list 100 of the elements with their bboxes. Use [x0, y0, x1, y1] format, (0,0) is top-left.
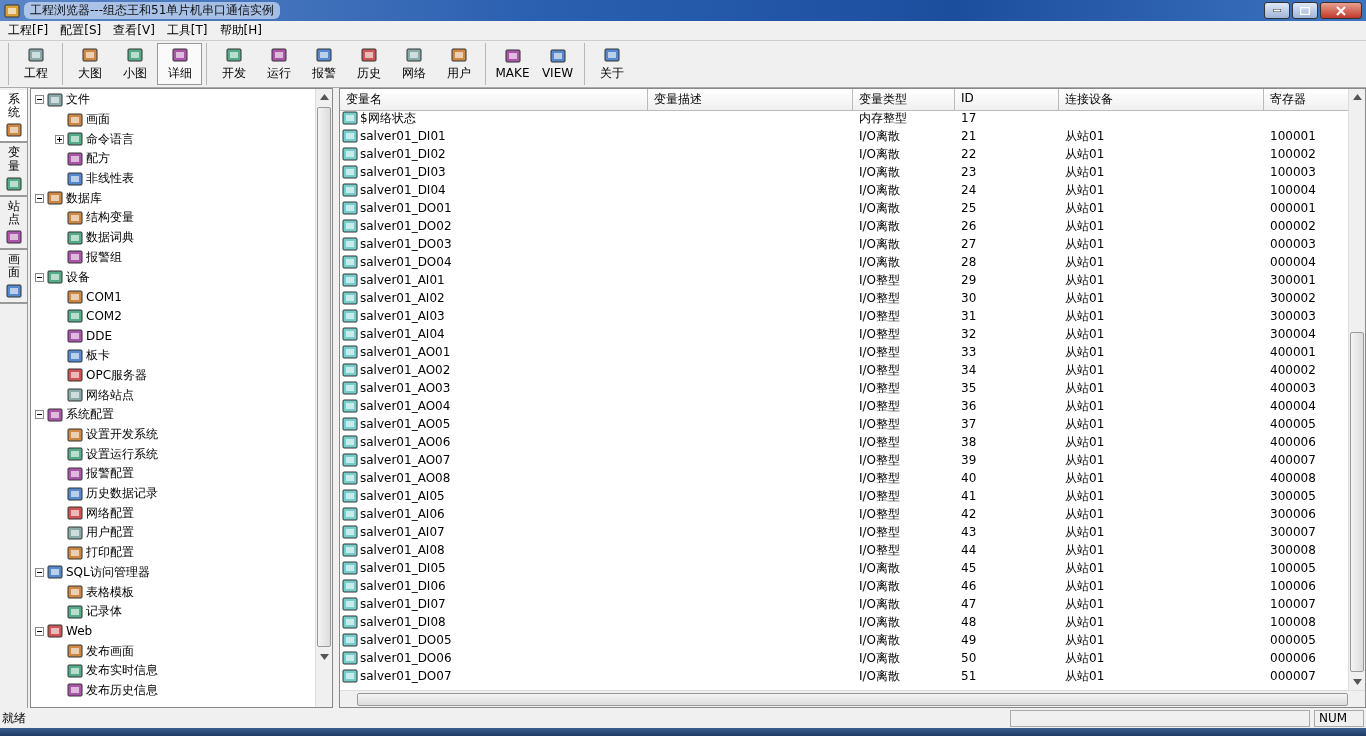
tree-item[interactable]: 网络站点 — [86, 386, 134, 404]
table-row[interactable]: salver01_DO05 I/O离散 49 从站01 000005 — [340, 631, 1348, 649]
table-row[interactable]: salver01_AI07 I/O整型 43 从站01 300007 — [340, 523, 1348, 541]
toolbar-button[interactable]: 大图 — [67, 43, 112, 85]
column-header[interactable]: 寄存器 — [1264, 89, 1348, 111]
tree-item[interactable]: 板卡 — [86, 347, 110, 365]
tree-item[interactable]: 结构变量 — [86, 209, 134, 227]
side-tab[interactable]: 系统 — [0, 90, 27, 144]
toolbar-button[interactable]: 开发 — [211, 43, 256, 85]
tree-item[interactable]: 记录体 — [86, 603, 122, 621]
table-row[interactable]: salver01_AO07 I/O整型 39 从站01 400007 — [340, 451, 1348, 469]
tree-item[interactable]: 非线性表 — [86, 170, 134, 188]
tree-item[interactable]: 表格模板 — [86, 583, 134, 601]
column-header[interactable]: ID — [955, 89, 1059, 111]
table-row[interactable]: salver01_AI04 I/O整型 32 从站01 300004 — [340, 325, 1348, 343]
tree-item[interactable]: 文件 — [66, 91, 90, 109]
column-header[interactable]: 变量类型 — [853, 89, 955, 111]
table-cell: salver01_AI07 — [360, 525, 445, 539]
table-row[interactable]: salver01_DI04 I/O离散 24 从站01 100004 — [340, 181, 1348, 199]
table-row[interactable]: salver01_DI08 I/O离散 48 从站01 100008 — [340, 613, 1348, 631]
side-tab[interactable]: 变量 — [0, 143, 27, 197]
tree-item[interactable]: 设置运行系统 — [86, 445, 158, 463]
column-header[interactable]: 变量描述 — [648, 89, 853, 111]
tree-item[interactable]: COM1 — [86, 289, 122, 304]
table-row[interactable]: salver01_AO05 I/O整型 37 从站01 400005 — [340, 415, 1348, 433]
table-row[interactable]: salver01_DI01 I/O离散 21 从站01 100001 — [340, 127, 1348, 145]
tree-item[interactable]: 设备 — [66, 268, 90, 286]
table-row[interactable]: salver01_AI06 I/O整型 42 从站01 300006 — [340, 505, 1348, 523]
table-cell-text: 000001 — [1269, 201, 1317, 215]
tree-item[interactable]: 数据库 — [66, 189, 102, 207]
tree-item[interactable]: 发布画面 — [86, 642, 134, 660]
menu-item[interactable]: 帮助[H] — [219, 22, 262, 39]
table-row[interactable]: salver01_AO08 I/O整型 40 从站01 400008 — [340, 469, 1348, 487]
table-row[interactable]: salver01_AO01 I/O整型 33 从站01 400001 — [340, 343, 1348, 361]
table-row[interactable]: salver01_AO04 I/O整型 36 从站01 400004 — [340, 397, 1348, 415]
tree-item[interactable]: 报警组 — [86, 248, 122, 266]
tree-item[interactable]: 打印配置 — [86, 544, 134, 562]
toolbar-button[interactable]: 运行 — [256, 43, 301, 85]
menu-item[interactable]: 工程[F] — [8, 22, 49, 39]
table-cell-text: 300001 — [1269, 273, 1317, 287]
column-header[interactable]: 连接设备 — [1059, 89, 1264, 111]
toolbar-button[interactable]: 关于 — [589, 43, 634, 85]
table-row[interactable]: salver01_AI05 I/O整型 41 从站01 300005 — [340, 487, 1348, 505]
tree-item[interactable]: 系统配置 — [66, 406, 114, 424]
table-cell: salver01_AO02 — [360, 363, 451, 377]
table-cell-text: 400001 — [1269, 345, 1317, 359]
toolbar-button[interactable]: 历史 — [346, 43, 391, 85]
table-cell-text: I/O离散 — [858, 649, 902, 667]
table-row[interactable]: salver01_AI08 I/O整型 44 从站01 300008 — [340, 541, 1348, 559]
toolbar-button[interactable]: 工程 — [13, 43, 58, 85]
table-row[interactable]: $网络状态 内存整型 17 — [340, 109, 1348, 127]
table-row[interactable]: salver01_AO06 I/O整型 38 从站01 400006 — [340, 433, 1348, 451]
tree-item[interactable]: 发布历史信息 — [86, 681, 158, 699]
table-row[interactable]: salver01_AO03 I/O整型 35 从站01 400003 — [340, 379, 1348, 397]
table-row[interactable]: salver01_DO04 I/O离散 28 从站01 000004 — [340, 253, 1348, 271]
table-cell-text: 从站01 — [1064, 235, 1106, 253]
table-cell-text: 从站01 — [1064, 451, 1106, 469]
toolbar-button[interactable]: VIEW — [535, 43, 580, 85]
table-row[interactable]: salver01_AI03 I/O整型 31 从站01 300003 — [340, 307, 1348, 325]
tree-item[interactable]: DDE — [86, 329, 113, 344]
table-row[interactable]: salver01_DI05 I/O离散 45 从站01 100005 — [340, 559, 1348, 577]
table-cell-text: 39 — [960, 453, 978, 467]
table-row[interactable]: salver01_DO06 I/O离散 50 从站01 000006 — [340, 649, 1348, 667]
tree-item[interactable]: 历史数据记录 — [86, 485, 158, 503]
tree-item[interactable]: 命令语言 — [86, 130, 134, 148]
table-row[interactable]: salver01_DI03 I/O离散 23 从站01 100003 — [340, 163, 1348, 181]
table-cell-text: 从站01 — [1064, 217, 1106, 235]
table-row[interactable]: salver01_AI01 I/O整型 29 从站01 300001 — [340, 271, 1348, 289]
menu-item[interactable]: 配置[S] — [60, 22, 102, 39]
tree-item[interactable]: 配方 — [86, 150, 110, 168]
table-row[interactable]: salver01_DO03 I/O离散 27 从站01 000003 — [340, 235, 1348, 253]
table-row[interactable]: salver01_DI06 I/O离散 46 从站01 100006 — [340, 577, 1348, 595]
tree-item[interactable]: 发布实时信息 — [86, 662, 158, 680]
toolbar-button[interactable]: 用户 — [436, 43, 481, 85]
tree-item[interactable]: 报警配置 — [86, 465, 134, 483]
tree-item[interactable]: OPC服务器 — [86, 366, 148, 384]
table-row[interactable]: salver01_DI02 I/O离散 22 从站01 100002 — [340, 145, 1348, 163]
table-row[interactable]: salver01_DO01 I/O离散 25 从站01 000001 — [340, 199, 1348, 217]
toolbar-button[interactable]: 报警 — [301, 43, 346, 85]
column-header[interactable]: 变量名 — [340, 89, 648, 111]
toolbar-button[interactable]: MAKE — [490, 43, 535, 85]
tree-item[interactable]: COM2 — [86, 309, 122, 324]
tree-item[interactable]: 画面 — [86, 111, 110, 129]
table-row[interactable]: salver01_DI07 I/O离散 47 从站01 100007 — [340, 595, 1348, 613]
tree-item[interactable]: 网络配置 — [86, 504, 134, 522]
table-row[interactable]: salver01_DO07 I/O离散 51 从站01 000007 — [340, 667, 1348, 685]
table-row[interactable]: salver01_AO02 I/O整型 34 从站01 400002 — [340, 361, 1348, 379]
menu-item[interactable]: 查看[V] — [113, 22, 155, 39]
toolbar-button[interactable]: 详细 — [157, 43, 202, 85]
tree-item[interactable]: 用户配置 — [86, 524, 134, 542]
toolbar-button[interactable]: 小图 — [112, 43, 157, 85]
tree-item[interactable]: 设置开发系统 — [86, 426, 158, 444]
tree-item[interactable]: SQL访问管理器 — [66, 563, 150, 581]
table-row[interactable]: salver01_AI02 I/O整型 30 从站01 300002 — [340, 289, 1348, 307]
table-cell-text: 38 — [960, 435, 978, 449]
tree-item[interactable]: 数据词典 — [86, 229, 134, 247]
table-row[interactable]: salver01_DO02 I/O离散 26 从站01 000002 — [340, 217, 1348, 235]
tree-item[interactable]: Web — [66, 624, 93, 639]
toolbar-button[interactable]: 网络 — [391, 43, 436, 85]
menu-item[interactable]: 工具[T] — [166, 22, 208, 39]
